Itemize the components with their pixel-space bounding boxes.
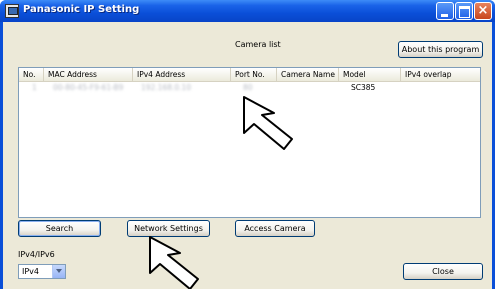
ip-mode-selected-value: IPv4 <box>22 267 40 276</box>
cell-ipv4: 192.168.0.10 <box>141 83 192 92</box>
access-camera-button[interactable]: Access Camera <box>235 220 315 237</box>
window-title: Panasonic IP Setting <box>23 4 140 15</box>
chevron-down-icon[interactable] <box>52 265 65 278</box>
arrow-cursor-icon <box>243 96 293 150</box>
title-bar[interactable]: Panasonic IP Setting × <box>0 0 495 22</box>
column-header-camera-name[interactable]: Camera Name <box>277 68 339 81</box>
maximize-button[interactable] <box>455 2 473 20</box>
close-window-button[interactable]: × <box>474 2 492 20</box>
search-button[interactable]: Search <box>18 220 101 237</box>
cell-no: 1 <box>32 83 37 92</box>
column-header-port[interactable]: Port No. <box>231 68 277 81</box>
arrow-cursor-icon <box>149 236 199 289</box>
minimize-button[interactable] <box>436 2 454 20</box>
table-row[interactable]: 1 00-80-45-F9-61-B9 192.168.0.10 80 SC38… <box>19 82 480 93</box>
cell-model: SC385 <box>351 83 376 92</box>
about-button[interactable]: About this program <box>398 41 483 58</box>
column-header-ipv4[interactable]: IPv4 Address <box>133 68 231 81</box>
ip-mode-label: IPv4/IPv6 <box>18 250 55 259</box>
client-area: Camera list About this program No. MAC A… <box>3 22 492 289</box>
column-header-no[interactable]: No. <box>19 68 44 81</box>
column-header-mac[interactable]: MAC Address <box>44 68 133 81</box>
close-icon: × <box>477 3 489 18</box>
cell-port: 80 <box>243 83 253 92</box>
ip-mode-select[interactable]: IPv4 <box>18 264 66 279</box>
camera-list-caption: Camera list <box>235 40 281 49</box>
column-header-ipv4-overlap[interactable]: IPv4 overlap <box>401 68 480 81</box>
panasonic-app-icon <box>5 4 19 18</box>
list-header: No. MAC Address IPv4 Address Port No. Ca… <box>19 68 480 82</box>
column-header-model[interactable]: Model <box>339 68 401 81</box>
close-button[interactable]: Close <box>403 263 483 280</box>
cell-mac: 00-80-45-F9-61-B9 <box>53 83 124 92</box>
